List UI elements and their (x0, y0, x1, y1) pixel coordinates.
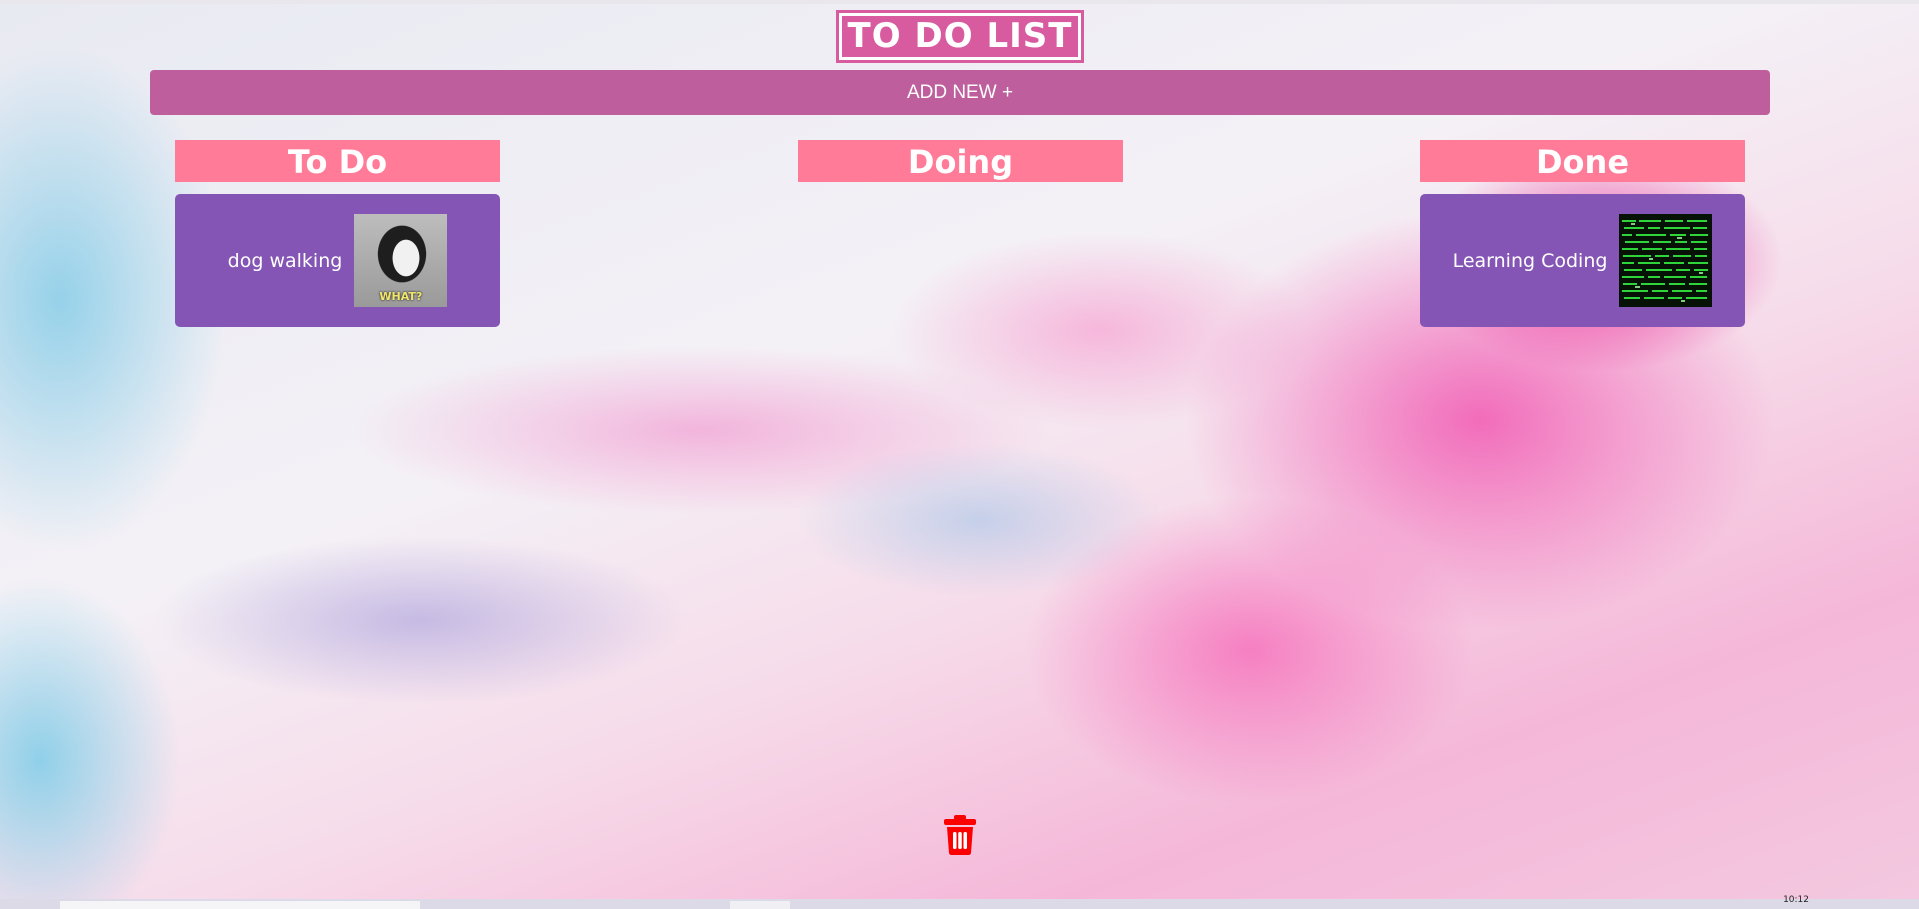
code-matrix-image (1619, 214, 1713, 307)
task-card-label: Learning Coding (1452, 249, 1608, 272)
dog-image: WHAT? (354, 214, 448, 307)
task-card[interactable]: dog walking WHAT? (175, 194, 500, 327)
column-todo: To Do dog walking WHAT? (175, 140, 500, 327)
code-matrix-graphic (1619, 214, 1713, 307)
top-border (0, 0, 1919, 4)
taskbar: 10:12 (0, 895, 1919, 909)
app-title: TO DO LIST (842, 16, 1078, 57)
task-card-label: dog walking (227, 249, 343, 272)
column-header-doing: Doing (798, 140, 1123, 182)
task-card[interactable]: Learning Coding (1420, 194, 1745, 327)
column-done: Done Learning Coding (1420, 140, 1745, 327)
trash-icon[interactable] (942, 814, 978, 856)
dog-image-caption: WHAT? (379, 290, 423, 303)
column-header-todo: To Do (175, 140, 500, 182)
taskbar-clock: 10:12 (1783, 895, 1809, 905)
trash-icon-graphic (944, 815, 976, 855)
column-doing[interactable]: Doing (798, 140, 1123, 182)
todo-app: TO DO LIST ADD NEW + To Do dog walking W… (0, 0, 1919, 909)
taskbar-window-tab[interactable] (60, 901, 420, 909)
add-new-button[interactable]: ADD NEW + (150, 70, 1770, 115)
taskbar-button[interactable] (730, 901, 790, 909)
column-header-done: Done (1420, 140, 1745, 182)
app-title-box: TO DO LIST (836, 10, 1084, 63)
